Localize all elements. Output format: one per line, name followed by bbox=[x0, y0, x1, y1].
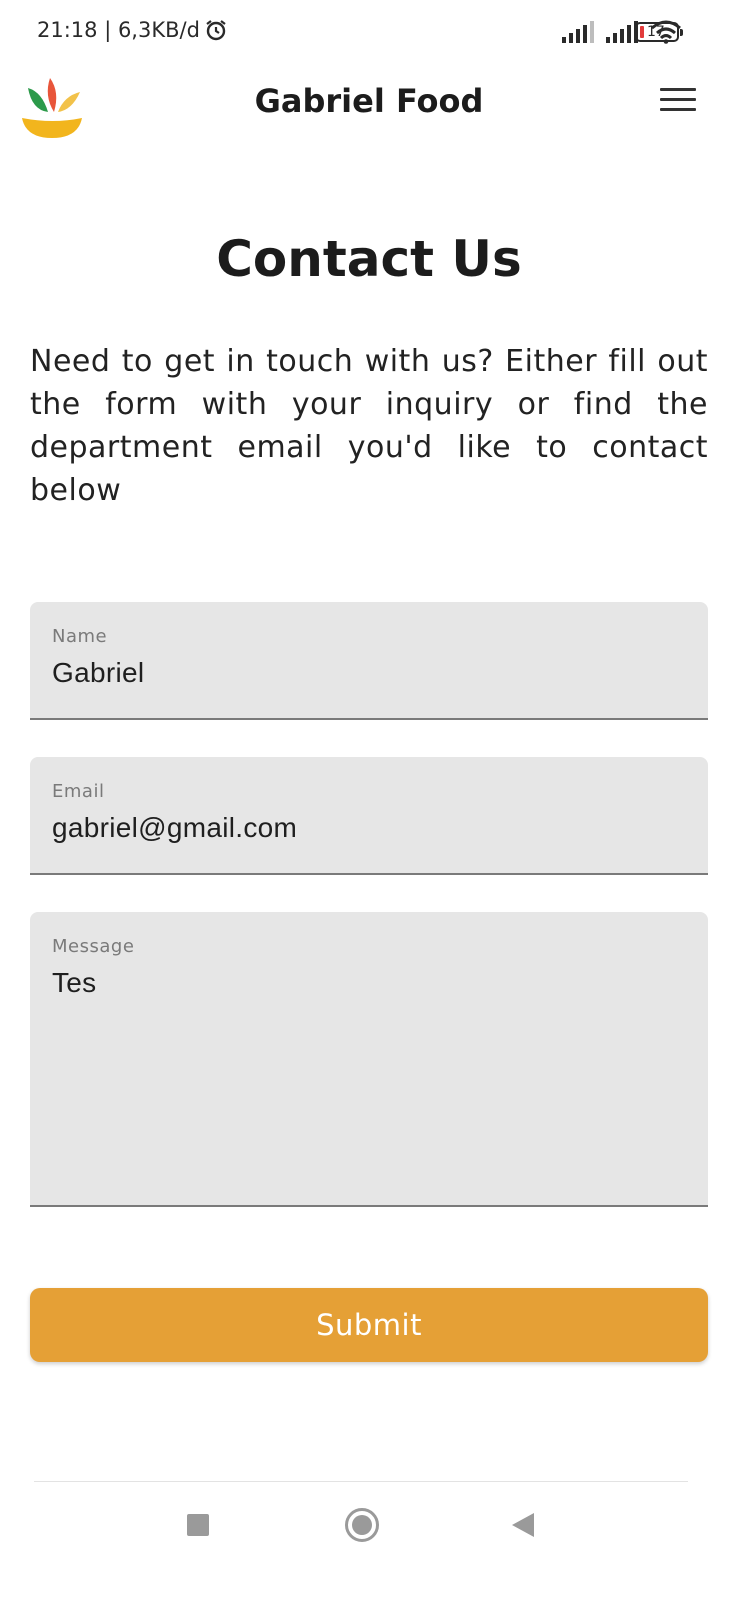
recents-icon[interactable] bbox=[187, 1514, 209, 1536]
page-title: Contact Us bbox=[216, 230, 522, 288]
name-field[interactable]: Name Gabriel bbox=[30, 602, 708, 720]
status-time-speed: 21:18 | 6,3KB/d bbox=[37, 18, 228, 42]
status-time: 21:18 | 6,3KB/d bbox=[37, 18, 200, 42]
email-field-label: Email bbox=[52, 781, 105, 802]
home-icon[interactable] bbox=[345, 1508, 379, 1542]
submit-button[interactable]: Submit bbox=[30, 1288, 708, 1362]
name-field-label: Name bbox=[52, 626, 108, 647]
status-bar: 21:18 | 6,3KB/d 17 bbox=[0, 0, 738, 64]
back-icon[interactable] bbox=[512, 1513, 534, 1537]
menu-line bbox=[660, 98, 696, 101]
menu-line bbox=[660, 88, 696, 91]
message-field-label: Message bbox=[52, 936, 135, 957]
message-field[interactable]: Message Tes bbox=[30, 912, 708, 1207]
menu-icon[interactable] bbox=[660, 88, 696, 118]
intro-text: Need to get in touch with us? Either fil… bbox=[30, 344, 708, 508]
app-bar: Gabriel Food bbox=[0, 64, 738, 144]
alarm-icon bbox=[206, 20, 226, 41]
battery-icon: 17 bbox=[635, 22, 683, 42]
nav-divider bbox=[34, 1481, 688, 1482]
email-field-value[interactable]: gabriel@gmail.com bbox=[52, 812, 686, 844]
menu-line bbox=[660, 108, 696, 111]
battery-fill bbox=[640, 26, 644, 38]
email-field[interactable]: Email gabriel@gmail.com bbox=[30, 757, 708, 875]
message-field-value[interactable]: Tes bbox=[52, 967, 686, 999]
app-title: Gabriel Food bbox=[254, 82, 484, 120]
signal-icon bbox=[562, 21, 594, 43]
name-field-value[interactable]: Gabriel bbox=[52, 657, 686, 689]
battery-level: 17 bbox=[647, 24, 665, 40]
